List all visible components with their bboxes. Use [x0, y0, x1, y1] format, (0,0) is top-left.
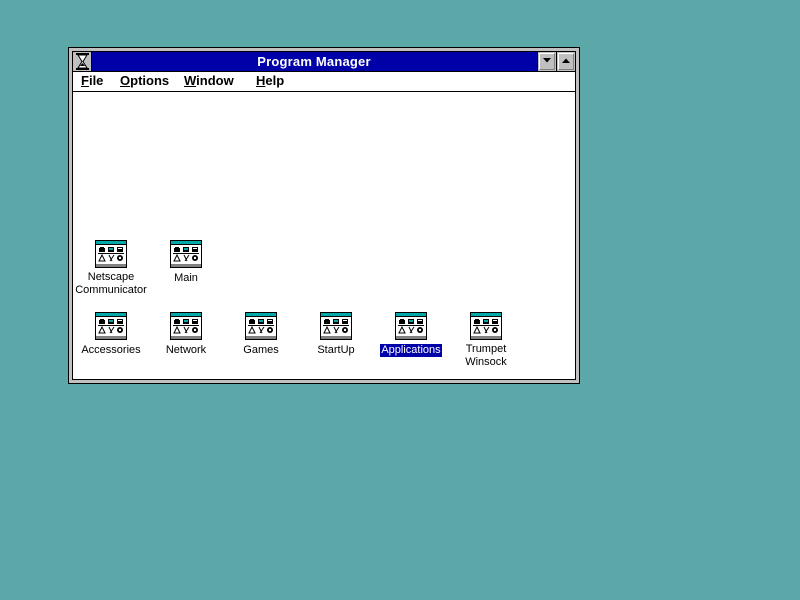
menu-options-access-key: O	[120, 73, 131, 88]
menu-file[interactable]: File	[81, 73, 103, 89]
menu-options-label: ptions	[130, 73, 170, 88]
group-main[interactable]: Main	[148, 240, 224, 286]
system-menu-button[interactable]	[73, 52, 92, 71]
maximize-button[interactable]	[556, 52, 575, 71]
minimize-arrow-icon	[543, 58, 551, 63]
group-network[interactable]: Network	[148, 312, 224, 358]
group-netscape-communicator[interactable]: Netscape Communicator	[73, 240, 149, 298]
group-label: Applications	[380, 344, 442, 357]
menu-file-access-key: F	[81, 73, 89, 88]
menu-help-label: elp	[265, 73, 285, 88]
group-trumpet-winsock[interactable]: Trumpet Winsock	[448, 312, 524, 370]
group-accessories[interactable]: Accessories	[73, 312, 149, 358]
program-group-icon	[95, 312, 127, 340]
program-group-icon	[95, 240, 127, 268]
group-label: Network	[165, 344, 207, 356]
group-games[interactable]: Games	[223, 312, 299, 358]
minimize-button[interactable]	[537, 52, 556, 71]
menu-help-access-key: H	[256, 73, 266, 88]
maximize-arrow-icon	[562, 58, 570, 63]
menu-file-label: ile	[88, 73, 104, 88]
title-bar[interactable]: Program Manager	[73, 52, 575, 72]
program-group-icon	[170, 240, 202, 268]
menu-window[interactable]: Window	[184, 73, 234, 89]
program-group-icon	[470, 312, 502, 340]
group-startup[interactable]: StartUp	[298, 312, 374, 358]
group-label: Games	[243, 344, 279, 356]
program-group-icon	[245, 312, 277, 340]
group-label: Main	[174, 272, 198, 284]
menu-help[interactable]: Help	[256, 73, 284, 89]
program-group-icon	[320, 312, 352, 340]
menu-options[interactable]: Options	[120, 73, 169, 89]
menu-window-label: indow	[196, 73, 234, 88]
group-label: Netscape Communicator	[75, 271, 147, 296]
group-label: StartUp	[317, 344, 355, 356]
hourglass-icon	[76, 53, 89, 70]
menu-bar: File Options Window Help	[73, 72, 575, 92]
menu-window-access-key: W	[184, 73, 197, 88]
group-label: Accessories	[81, 344, 141, 356]
group-label: Trumpet Winsock	[465, 343, 507, 368]
program-group-icon	[395, 312, 427, 340]
window-title: Program Manager	[257, 54, 371, 69]
group-applications[interactable]: Applications	[373, 312, 449, 358]
program-manager-window[interactable]: Program Manager File Options Window Help…	[68, 47, 580, 384]
program-group-icon	[170, 312, 202, 340]
